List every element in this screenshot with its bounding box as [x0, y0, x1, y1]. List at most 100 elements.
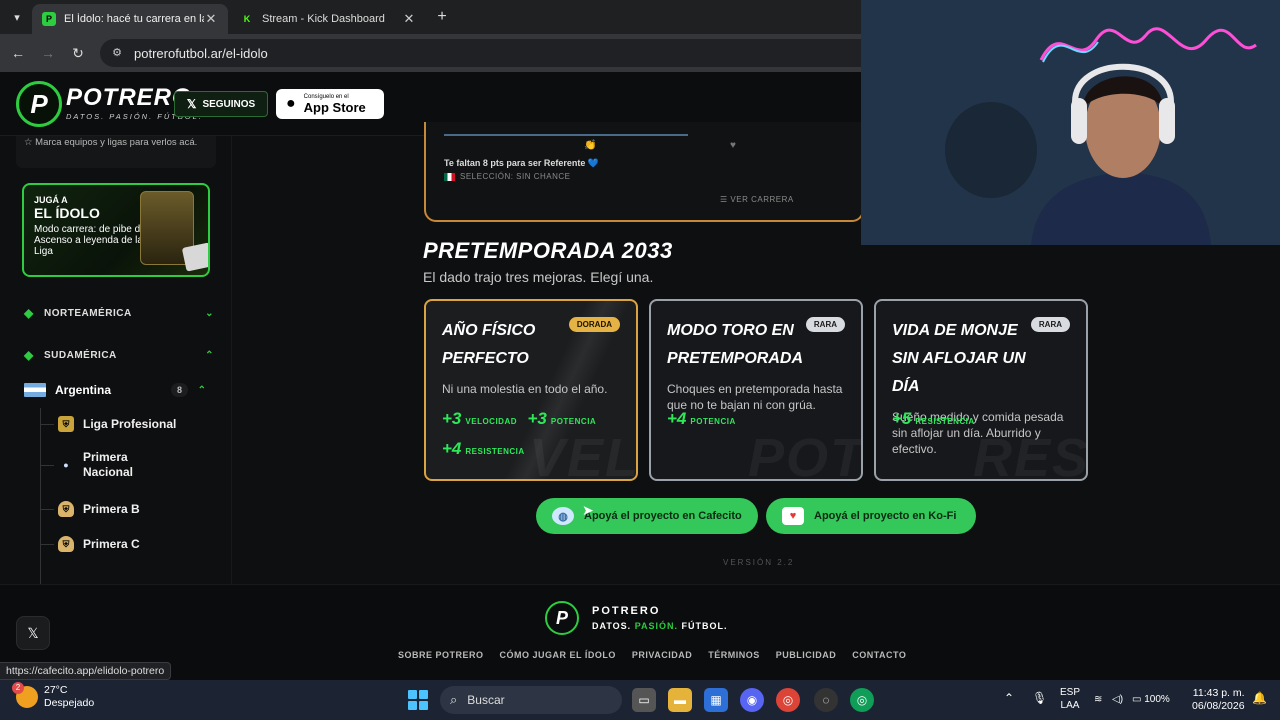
tab-el-idolo[interactable]: P El Ídolo: hacé tu carrera en la Liga ✕: [32, 4, 228, 34]
follow-on-x-button[interactable]: 𝕏 SEGUINOS: [174, 91, 268, 117]
language-indicator[interactable]: ESP LAA: [1060, 686, 1080, 712]
national-team-status: SELECCIÓN: SIN CHANCE: [444, 172, 571, 181]
view-career-link[interactable]: ☰ VER CARRERA: [720, 195, 794, 204]
x-share-button[interactable]: 𝕏: [16, 616, 50, 650]
link-status-bar: https://cafecito.app/elidolo-potrero: [0, 662, 172, 680]
lang-bottom: LAA: [1060, 700, 1080, 711]
tab-search-button[interactable]: ▾: [6, 7, 28, 27]
chevron-down-icon: ⌄: [205, 307, 214, 319]
footer-link-como-jugar[interactable]: CÓMO JUGAR EL ÍDOLO: [500, 650, 616, 660]
tab-label: El Ídolo: hacé tu carrera en la Liga: [64, 13, 204, 25]
background-stat-word: VEL: [528, 428, 638, 481]
selection-text: SELECCIÓN: SIN CHANCE: [460, 172, 571, 181]
follow-label: SEGUINOS: [202, 98, 256, 110]
country-argentina[interactable]: Argentina 8 ⌃: [24, 378, 214, 402]
league-primera-nacional[interactable]: ● Primera Nacional: [40, 450, 210, 480]
taskbar-search[interactable]: ⌕ Buscar: [440, 686, 622, 714]
appstore-big-text: App Store: [303, 100, 366, 115]
cafecito-logo-icon: ◍: [552, 507, 574, 525]
close-tab-icon[interactable]: ✕: [204, 11, 218, 27]
potrero-favicon-icon: P: [42, 12, 56, 26]
system-clock[interactable]: 11:43 p. m. 06/08/2026: [1192, 687, 1245, 713]
footer-logo-icon[interactable]: P: [545, 601, 579, 635]
support-cafecito-button[interactable]: ◍ Apoyá el proyecto en Cafecito: [536, 498, 758, 534]
forward-arrow-icon[interactable]: →: [38, 43, 58, 63]
show-hidden-icons-chevron-icon[interactable]: ⌃: [1004, 692, 1014, 705]
file-explorer-icon[interactable]: ▬: [668, 688, 692, 712]
battery-indicator[interactable]: ▭ 100%: [1132, 693, 1170, 706]
x-logo-icon: 𝕏: [27, 624, 39, 641]
footer-links: SOBRE POTRERO CÓMO JUGAR EL ÍDOLO PRIVAC…: [398, 650, 906, 660]
close-tab-icon[interactable]: ✕: [402, 11, 416, 27]
chrome-profile-icon[interactable]: ◎: [850, 688, 874, 712]
back-arrow-icon[interactable]: ←: [8, 43, 28, 63]
screen: ▾ P El Ídolo: hacé tu carrera en la Liga…: [0, 0, 1280, 720]
footer-link-terminos[interactable]: TÉRMINOS: [708, 650, 760, 660]
tab-kick-dashboard[interactable]: K Stream - Kick Dashboard ✕: [230, 4, 426, 34]
stat-value: +4: [667, 409, 687, 428]
upgrade-option-ano-fisico[interactable]: Año físico perfecto DORADA Ni una molest…: [424, 299, 638, 481]
footer-link-publicidad[interactable]: PUBLICIDAD: [776, 650, 837, 660]
notifications-bell-icon[interactable]: 🔔: [1252, 692, 1267, 705]
league-primera-c[interactable]: ⛨ Primera C: [40, 536, 210, 552]
weather-condition: Despejado: [44, 697, 95, 709]
url-text: potrerofutbol.ar/el-idolo: [134, 45, 268, 61]
chevron-up-icon: ⌃: [197, 384, 206, 396]
upgrade-option-vida-de-monje[interactable]: Vida de monje sin aflojar un día RARA Su…: [874, 299, 1088, 481]
stat-value: +3: [442, 409, 462, 428]
obs-icon[interactable]: ◌: [814, 688, 838, 712]
option-title: Modo toro en pretemporada: [667, 322, 804, 367]
volume-icon[interactable]: ◁): [1112, 693, 1123, 706]
league-liga-profesional[interactable]: ⛨ Liga Profesional: [40, 416, 210, 432]
windows-taskbar: 2 27°C Despejado ⌕ Buscar ▭ ▬ ▦ ◉ ◎ ◌ ◎ …: [0, 680, 1280, 720]
microphone-icon[interactable]: 🎙: [1032, 692, 1047, 705]
footer-link-contacto[interactable]: CONTACTO: [852, 650, 906, 660]
discord-icon[interactable]: ◉: [740, 688, 764, 712]
argentina-flag-icon: [24, 383, 46, 397]
points-needed-text: Te faltan 8 pts para ser Referente 💙: [444, 158, 600, 168]
wifi-icon[interactable]: ≋: [1094, 693, 1102, 706]
el-idolo-promo-card[interactable]: JUGÁ A EL ÍDOLO Modo carrera: de pibe de…: [22, 183, 210, 277]
region-label: NORTEAMÉRICA: [44, 307, 132, 319]
league-primera-b[interactable]: ⛨ Primera B: [40, 501, 210, 517]
tree-tick: [40, 543, 54, 545]
region-label: SUDAMÉRICA: [44, 349, 117, 361]
reload-icon[interactable]: ↻: [68, 43, 88, 63]
region-sudamerica[interactable]: ◆ SUDAMÉRICA ⌃: [24, 343, 214, 367]
stat-name: VELOCIDAD: [465, 417, 518, 426]
weather-widget[interactable]: 2 27°C Despejado: [12, 682, 95, 710]
apple-logo-icon: ●: [286, 95, 296, 112]
task-view-icon[interactable]: ▭: [632, 688, 656, 712]
region-norteamerica[interactable]: ◆ NORTEAMÉRICA ⌄: [24, 301, 214, 325]
progress-bar: [444, 134, 688, 136]
tag-part: FÚTBOL.: [681, 621, 728, 631]
league-label: Primera Nacional: [83, 450, 134, 479]
upgrade-option-modo-toro[interactable]: Modo toro en pretemporada RARA Choques e…: [649, 299, 863, 481]
x-logo-icon: 𝕏: [186, 97, 197, 111]
windows-start-icon[interactable]: [408, 690, 428, 710]
footer-link-sobre[interactable]: SOBRE POTRERO: [398, 650, 484, 660]
stat-name: RESISTENCIA: [465, 447, 525, 456]
preseason-title: PRETEMPORADA 2033: [423, 238, 673, 263]
support-kofi-button[interactable]: ♥ Apoyá el proyecto en Ko-Fi: [766, 498, 976, 534]
battery-percent: 100%: [1144, 694, 1170, 705]
tree-tick: [40, 423, 54, 425]
notification-badge: 2: [12, 682, 24, 694]
stat-boost: +4 POTENCIA: [667, 409, 736, 429]
new-tab-plus-icon[interactable]: +: [432, 8, 452, 28]
microsoft-store-icon[interactable]: ▦: [704, 688, 728, 712]
chrome-icon[interactable]: ◎: [776, 688, 800, 712]
background-stat-word: POT: [747, 428, 863, 481]
temperature: 27°C: [44, 684, 68, 696]
option-title: Vida de monje sin aflojar un día: [892, 322, 1026, 395]
site-info-icon[interactable]: ⚙: [110, 46, 124, 60]
mouse-cursor-icon: ➤: [582, 502, 594, 518]
list-icon: ☰: [720, 195, 731, 204]
background-stat-word: RES: [972, 428, 1088, 481]
app-store-button[interactable]: ● Consíguelo en el App Store: [276, 89, 384, 119]
stat-boost: +4 RESISTENCIA: [442, 439, 525, 459]
footer-link-privacidad[interactable]: PRIVACIDAD: [632, 650, 692, 660]
potrero-logo-icon[interactable]: P: [16, 81, 62, 127]
mexico-flag-icon: [444, 172, 455, 181]
kick-favicon-icon: K: [243, 14, 251, 24]
